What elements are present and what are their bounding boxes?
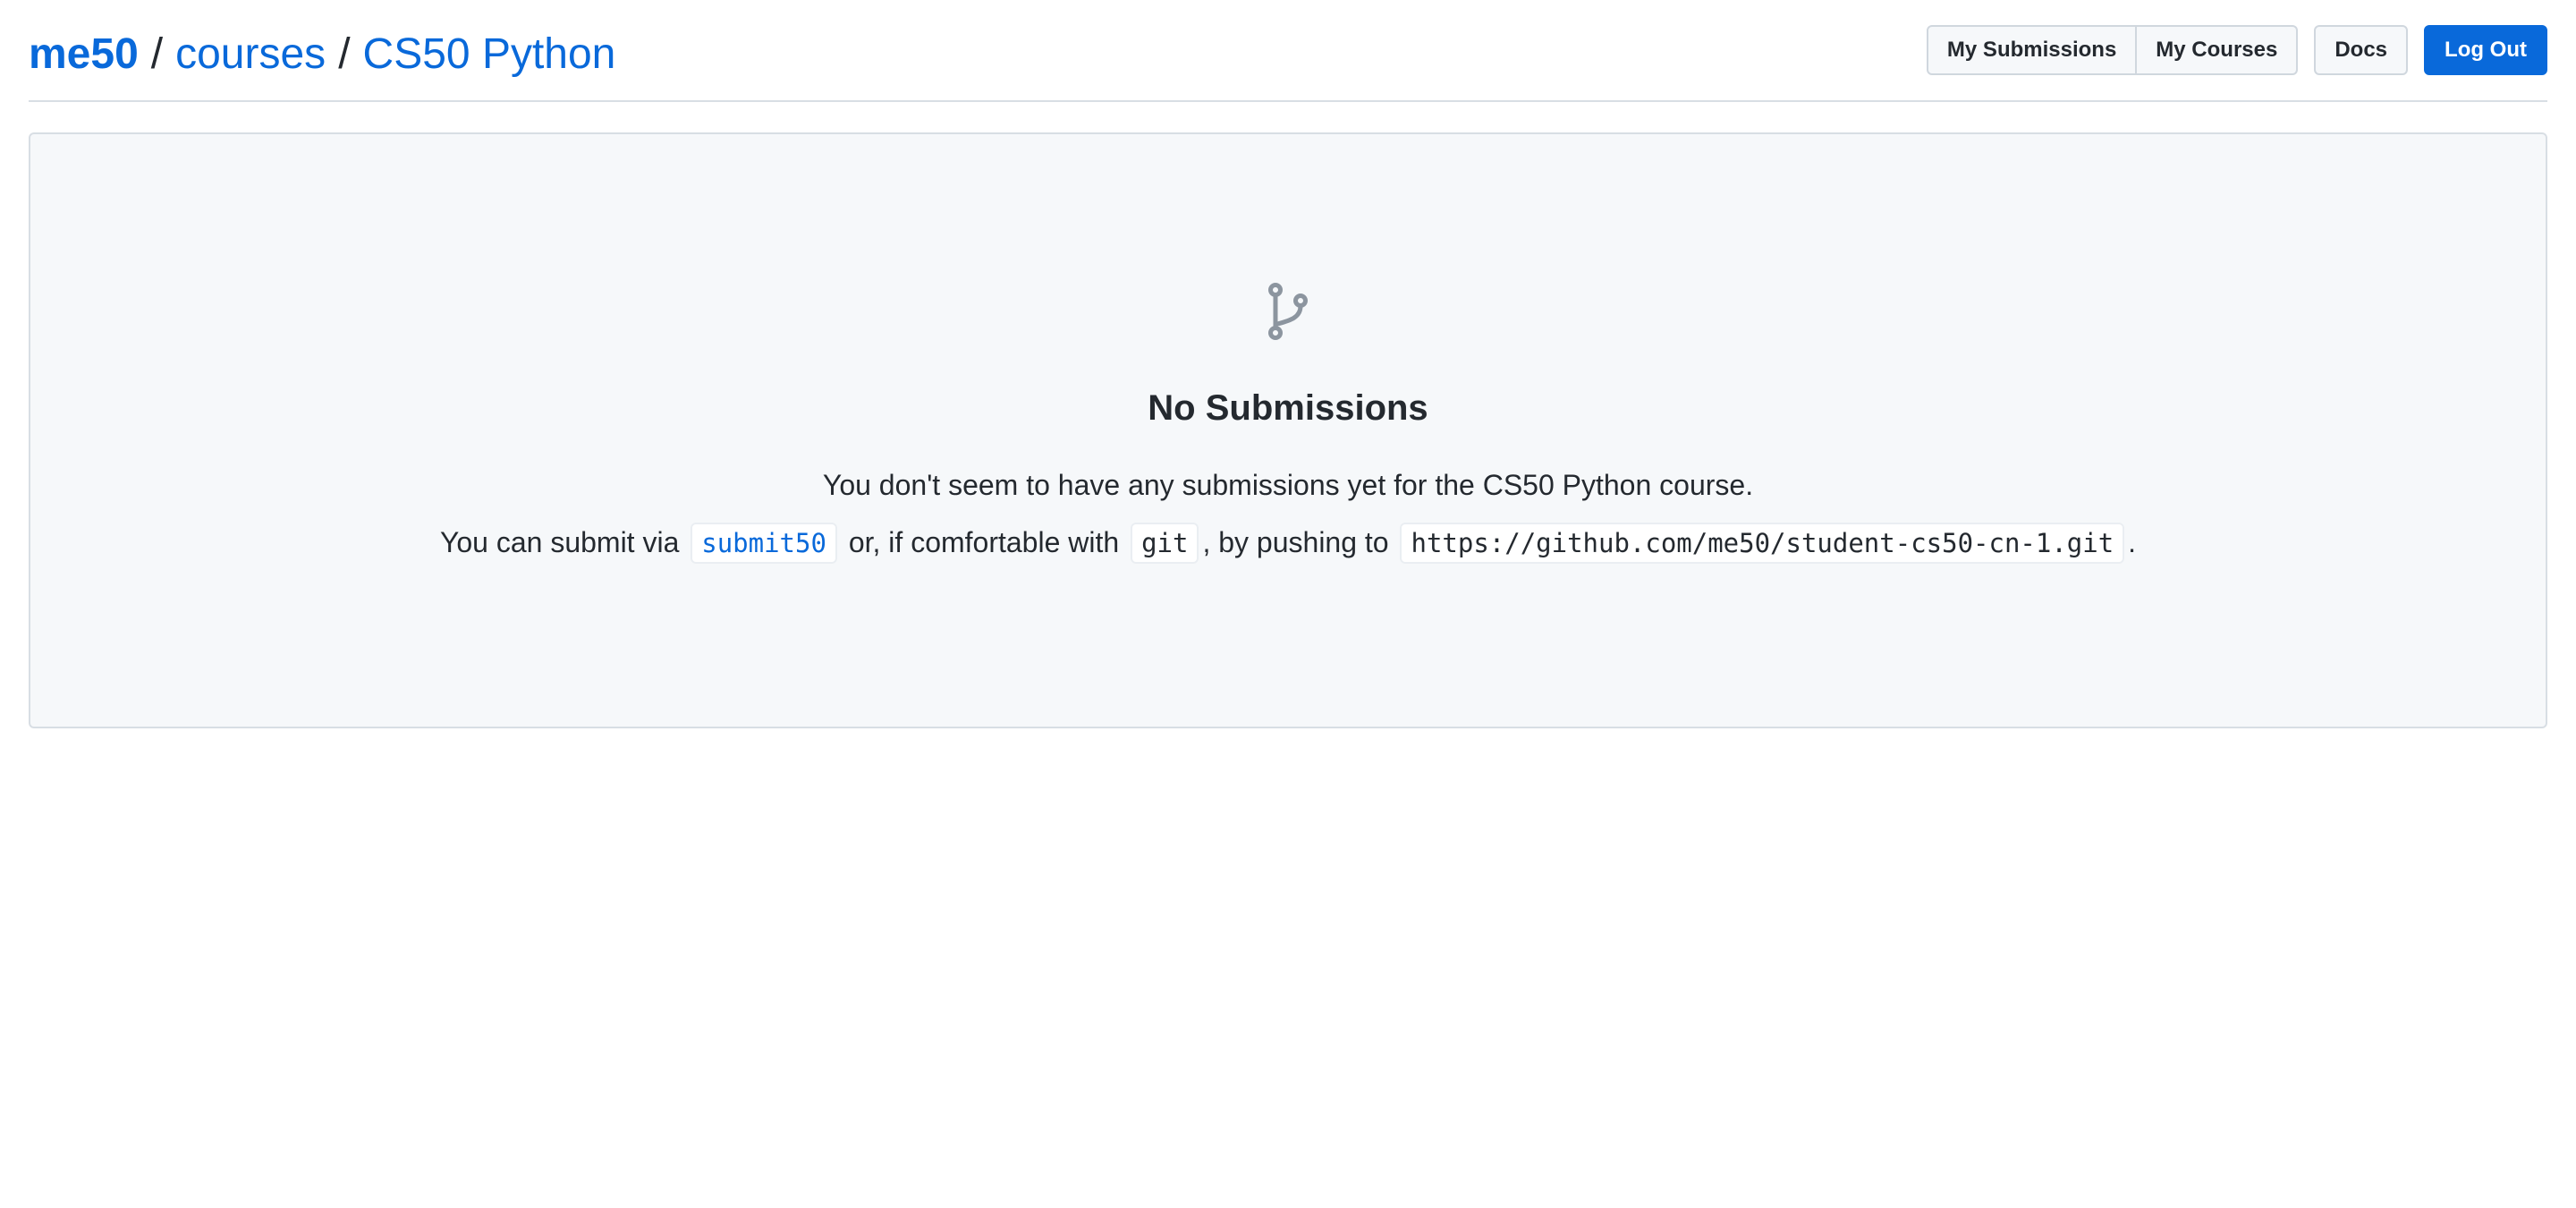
instructions-prefix: You can submit via — [439, 526, 680, 558]
submission-instructions: You can submit via submit50 or, if comfo… — [30, 523, 2546, 564]
instructions-middle2: , by pushing to — [1202, 526, 1389, 558]
header: me50 / courses / CS50 Python My Submissi… — [29, 0, 2547, 102]
no-submissions-panel: No Submissions You don't seem to have an… — [29, 132, 2547, 728]
instructions-suffix: . — [2128, 526, 2137, 558]
breadcrumb-separator: / — [150, 30, 164, 78]
empty-state-message: You don't seem to have any submissions y… — [822, 469, 1754, 501]
docs-button[interactable]: Docs — [2314, 25, 2409, 75]
instructions-middle: or, if comfortable with — [848, 526, 1120, 558]
breadcrumb-courses-link[interactable]: courses — [175, 33, 326, 76]
breadcrumb-owner-link[interactable]: me50 — [29, 33, 139, 76]
my-courses-button[interactable]: My Courses — [2137, 25, 2299, 75]
git-code: git — [1131, 523, 1199, 564]
breadcrumb-course-link[interactable]: CS50 Python — [363, 33, 616, 76]
git-branch-icon — [1268, 283, 1308, 340]
submissions-courses-button-group: My Submissions My Courses — [1926, 25, 2299, 75]
breadcrumb: me50 / courses / CS50 Python — [29, 24, 615, 76]
my-submissions-button[interactable]: My Submissions — [1926, 25, 2138, 75]
repo-url-code: https://github.com/me50/student-cs50-cn-… — [1400, 523, 2125, 564]
logout-button[interactable]: Log Out — [2424, 25, 2547, 75]
breadcrumb-separator: / — [338, 30, 351, 78]
header-actions: My Submissions My Courses Docs Log Out — [1926, 25, 2547, 75]
empty-state-title: No Submissions — [1148, 388, 1428, 428]
page: me50 / courses / CS50 Python My Submissi… — [0, 0, 2576, 1208]
submit50-link[interactable]: submit50 — [691, 523, 837, 564]
